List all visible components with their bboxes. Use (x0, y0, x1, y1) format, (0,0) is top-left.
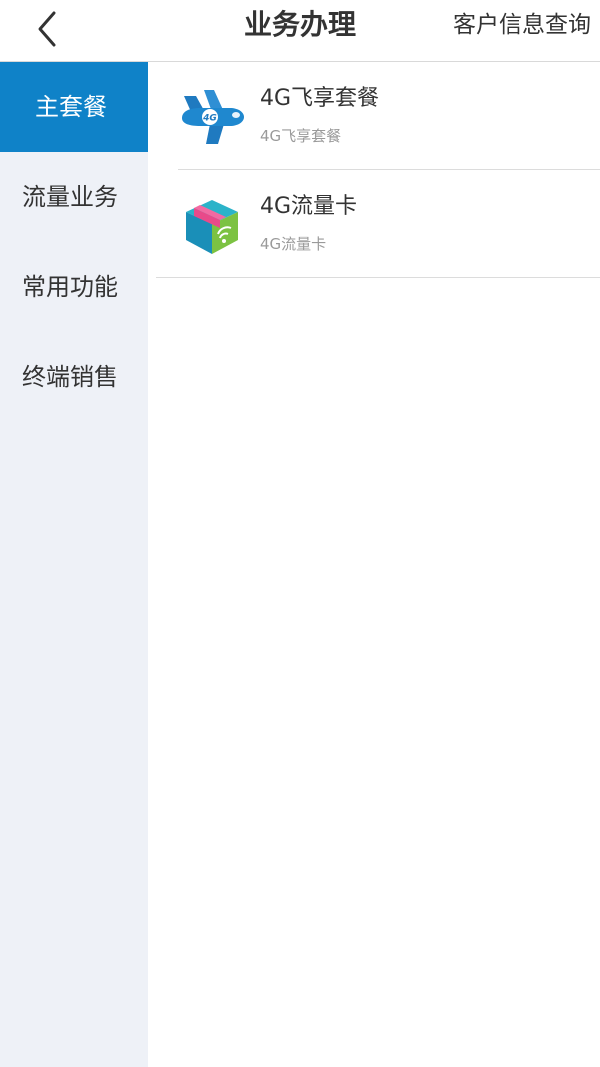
sidebar-item-terminal-sales[interactable]: 终端销售 (0, 332, 148, 422)
sidebar-item-label: 主套餐 (35, 93, 107, 121)
sidebar-item-label: 流量业务 (22, 183, 118, 211)
product-subtitle: 4G流量卡 (260, 235, 327, 253)
chevron-left-icon (38, 11, 56, 47)
back-button[interactable] (22, 6, 72, 56)
row-divider (156, 277, 600, 278)
category-sidebar: 主套餐 流量业务 常用功能 终端销售 (0, 62, 156, 1067)
product-item-4g-data-card[interactable]: 4G流量卡 4G流量卡 (148, 170, 600, 278)
airplane-icon: 4G (178, 84, 246, 152)
product-item-4g-feixiang-plan[interactable]: 4G 4G飞享套餐 4G飞享套餐 (148, 62, 600, 170)
product-name: 4G飞享套餐 (260, 86, 380, 111)
app-screen: 业务办理 客户信息查询 主套餐 流量业务 常用功能 终端销售 4G 4G飞享套餐… (0, 0, 600, 1067)
sidebar-item-common-functions[interactable]: 常用功能 (0, 242, 148, 332)
package-box-icon (178, 192, 246, 260)
product-list: 4G 4G飞享套餐 4G飞享套餐 4G流量卡 4G流量卡 (148, 62, 600, 1067)
sidebar-item-data-services[interactable]: 流量业务 (0, 152, 148, 242)
plane-badge-text: 4G (202, 114, 217, 124)
product-subtitle: 4G飞享套餐 (260, 127, 342, 145)
product-name: 4G流量卡 (260, 194, 358, 219)
sidebar-item-main-plan[interactable]: 主套餐 (0, 62, 156, 152)
customer-info-query-button[interactable]: 客户信息查询 (453, 8, 591, 42)
sidebar-item-label: 终端销售 (22, 363, 118, 391)
sidebar-item-label: 常用功能 (22, 273, 118, 301)
top-nav-bar: 业务办理 客户信息查询 (0, 0, 600, 62)
